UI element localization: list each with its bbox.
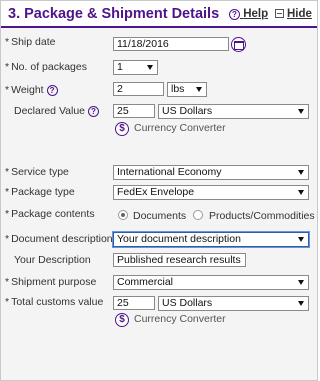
help-link-label: Help <box>243 8 269 20</box>
total-customs-amount-input[interactable]: 25 <box>113 296 155 310</box>
documents-radio-label[interactable]: Documents <box>133 210 186 222</box>
declared-value-currency-select[interactable]: US Dollars <box>158 104 309 119</box>
products-radio-label[interactable]: Products/Commodities <box>209 210 315 222</box>
num-packages-select[interactable]: 1 <box>113 60 158 75</box>
products-radio[interactable] <box>193 210 203 220</box>
collapse-icon <box>275 9 284 18</box>
declared-value-amount-input[interactable]: 25 <box>113 104 155 118</box>
your-description-input[interactable]: Published research results <box>113 253 246 267</box>
chevron-down-icon <box>298 301 304 306</box>
chevron-down-icon <box>147 65 153 70</box>
hide-link[interactable]: Hide <box>275 8 312 20</box>
declared-value-label: Declared Value ? <box>14 105 99 117</box>
total-customs-currency-select[interactable]: US Dollars <box>158 296 309 311</box>
chevron-down-icon <box>298 109 304 114</box>
service-type-select[interactable]: International Economy <box>113 165 309 180</box>
documents-radio[interactable] <box>118 210 128 220</box>
currency-converter-icon[interactable]: $ <box>115 122 129 136</box>
chevron-down-icon <box>298 190 304 195</box>
total-customs-label: * Total customs value <box>5 296 104 308</box>
currency-converter-link[interactable]: Currency Converter <box>134 122 226 134</box>
package-type-label: * Package type <box>5 186 75 198</box>
calendar-icon[interactable] <box>231 37 246 52</box>
currency-converter-icon[interactable]: $ <box>115 313 129 327</box>
weight-unit-select[interactable]: lbs <box>167 82 207 97</box>
chevron-down-icon <box>298 280 304 285</box>
help-link[interactable]: ? Help <box>229 8 268 20</box>
shipment-purpose-label: * Shipment purpose <box>5 276 97 288</box>
declared-value-help-icon[interactable]: ? <box>87 106 99 117</box>
document-description-label: * Document description <box>5 233 113 245</box>
service-type-label: * Service type <box>5 166 69 178</box>
weight-input[interactable]: 2 <box>113 82 164 96</box>
hide-link-label: Hide <box>287 8 312 20</box>
chevron-down-icon <box>196 87 202 92</box>
your-description-label: Your Description <box>14 254 91 266</box>
package-contents-label: * Package contents <box>5 208 95 220</box>
weight-help-icon[interactable]: ? <box>46 85 58 96</box>
package-type-select[interactable]: FedEx Envelope <box>113 185 309 200</box>
chevron-down-icon <box>298 237 304 242</box>
num-packages-label: * No. of packages <box>5 61 87 73</box>
package-shipment-panel: 3. Package & Shipment Details ? Help Hid… <box>0 0 318 381</box>
help-icon: ? <box>229 9 240 20</box>
weight-label: * Weight ? <box>5 84 58 96</box>
currency-converter-link[interactable]: Currency Converter <box>134 313 226 325</box>
section-header: 3. Package & Shipment Details ? Help Hid… <box>1 1 317 28</box>
section-title: 3. Package & Shipment Details <box>8 6 220 22</box>
chevron-down-icon <box>298 170 304 175</box>
shipment-purpose-select[interactable]: Commercial <box>113 275 309 290</box>
ship-date-input[interactable]: 11/18/2016 <box>113 37 229 51</box>
document-description-select[interactable]: Your document description <box>113 232 309 247</box>
ship-date-label: * Ship date <box>5 36 56 48</box>
